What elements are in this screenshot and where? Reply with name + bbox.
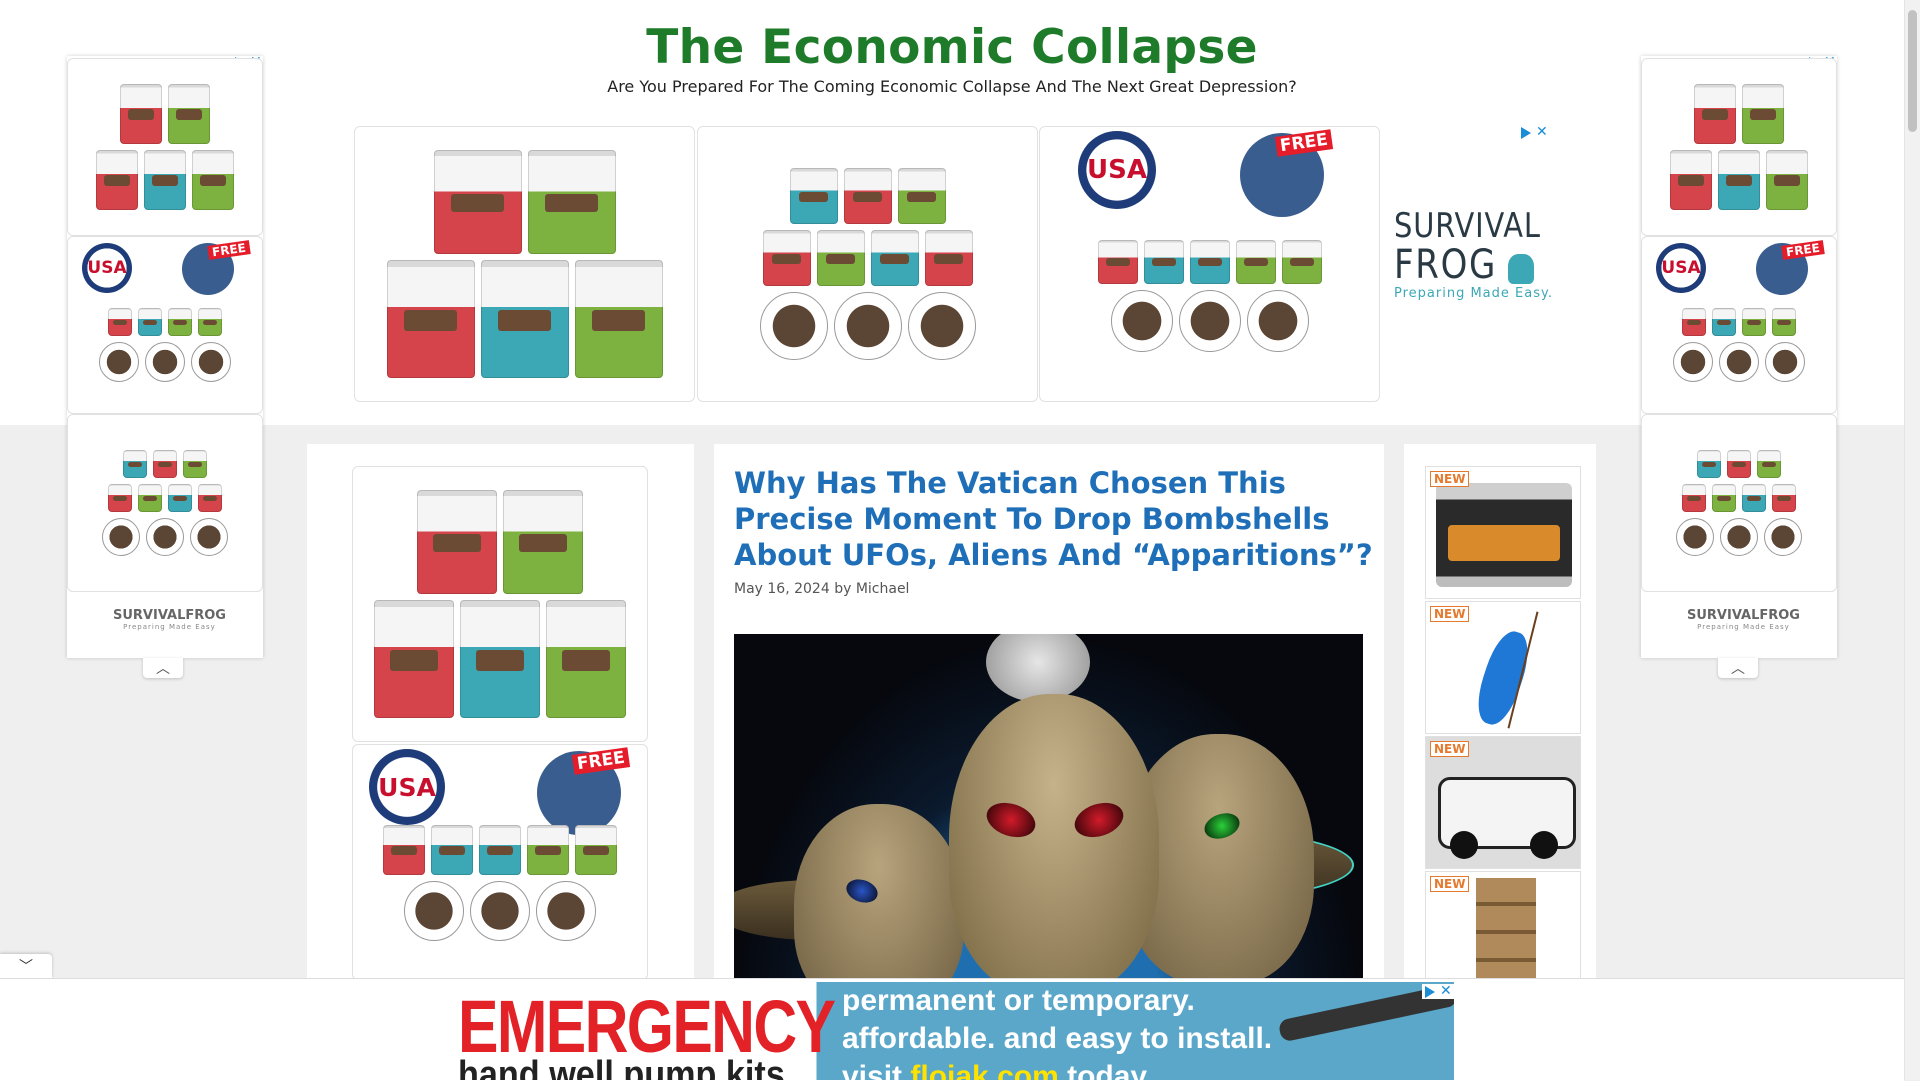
rail-logo: SURVIVALFROG Preparing Made Easy <box>1687 608 1800 631</box>
header-ad-product-3[interactable]: USA FREE <box>1039 126 1380 402</box>
close-icon[interactable]: ✕ <box>1536 125 1548 139</box>
site-title[interactable]: The Economic Collapse <box>0 20 1904 75</box>
sidebar-ad-product-2[interactable]: USA FREE <box>352 744 648 980</box>
product-violin[interactable]: NEW <box>1425 601 1581 734</box>
banner-site-link[interactable]: flojak.com <box>910 1060 1058 1080</box>
article-featured-image[interactable] <box>734 634 1363 978</box>
left-rail-ad[interactable]: ✕ USA FREE SURVIVALFROG Preparing Made E… <box>67 55 263 658</box>
frog-icon <box>1508 254 1534 284</box>
new-badge: NEW <box>1430 876 1470 892</box>
article-meta: May 16, 2024 by Michael <box>734 581 909 597</box>
header-ad-product-2[interactable] <box>697 126 1038 402</box>
rail-logo-slogan: Preparing Made Easy <box>1697 623 1790 631</box>
new-badge: NEW <box>1430 471 1470 487</box>
rail-product-usa[interactable]: USA FREE <box>1641 236 1837 414</box>
product-corner-shelf[interactable]: NEW <box>1425 871 1581 980</box>
violin-image <box>1470 626 1536 730</box>
banner-line-3-prefix: visit <box>842 1060 903 1080</box>
product-air-fryer-oven[interactable]: NEW <box>1425 466 1581 599</box>
survival-frog-line1: SURVIVAL <box>1394 206 1541 246</box>
survival-frog-logo[interactable]: SURVIVAL FROG Preparing Made Easy. <box>1394 208 1567 301</box>
banner-line-1: permanent or temporary. <box>842 984 1195 1017</box>
oven-food <box>1448 525 1560 561</box>
rail-product-pyramid[interactable] <box>1641 414 1837 592</box>
rail-product-cans[interactable] <box>1641 58 1837 236</box>
rail-product-usa[interactable]: USA FREE <box>67 236 263 414</box>
rail-product-cans[interactable] <box>67 58 263 236</box>
chevron-down-icon: ﹀ <box>19 959 33 975</box>
alien-left <box>794 804 964 978</box>
banner-line-3: visit flojak.com today <box>842 1060 1147 1080</box>
car-wheel <box>1450 831 1478 859</box>
bottom-ad-choices[interactable]: ✕ <box>1422 984 1455 999</box>
survival-frog-slogan: Preparing Made Easy. <box>1394 286 1553 301</box>
right-rail-ad[interactable]: ✕ USA FREE SURVIVALFROG Preparing Made E… <box>1641 55 1837 658</box>
rail-logo-name: SURVIVALFROG <box>1687 608 1800 623</box>
rail-logo-name: SURVIVALFROG <box>113 608 226 623</box>
adchoices-icon[interactable] <box>1521 127 1531 139</box>
chevron-up-icon: ︿ <box>156 661 170 677</box>
car-wheel <box>1530 831 1558 859</box>
scrollbar-thumb[interactable] <box>1908 10 1917 132</box>
banner-line-2: affordable. and easy to install. <box>842 1022 1273 1055</box>
adchoices-icon[interactable] <box>1425 986 1435 998</box>
article-title[interactable]: Why Has The Vatican Chosen This Precise … <box>734 465 1374 573</box>
header-ad-product-1[interactable] <box>354 126 695 402</box>
bottom-ad-collapse-button[interactable]: ﹀ <box>0 954 52 978</box>
banner-subline: hand well pump kits <box>458 1054 785 1080</box>
rail-logo: SURVIVALFROG Preparing Made Easy <box>113 608 226 631</box>
left-rail-collapse-button[interactable]: ︿ <box>143 658 183 678</box>
page-scrollbar[interactable] <box>1904 0 1920 1080</box>
new-badge: NEW <box>1430 606 1470 622</box>
banner-line-3-suffix: today <box>1067 1060 1148 1080</box>
usa-badge: USA <box>369 749 445 825</box>
rail-logo-slogan: Preparing Made Easy <box>123 623 216 631</box>
header-ad-choices[interactable]: ✕ <box>1521 125 1548 139</box>
alien-center <box>949 694 1159 978</box>
new-badge: NEW <box>1430 741 1470 757</box>
article-date[interactable]: May 16, 2024 <box>734 581 830 597</box>
close-icon[interactable]: ✕ <box>1440 984 1452 998</box>
product-kids-ride-on-car[interactable]: NEW <box>1425 736 1581 869</box>
rail-product-pyramid[interactable] <box>67 414 263 592</box>
article-by: by <box>834 581 852 597</box>
moon <box>986 634 1090 702</box>
bottom-banner-ad[interactable]: EMERGENCY hand well pump kits permanent … <box>458 982 1454 1080</box>
article-author[interactable]: Michael <box>856 581 910 597</box>
shelf-image <box>1476 878 1536 979</box>
site-tagline: Are You Prepared For The Coming Economic… <box>607 77 1297 96</box>
chevron-up-icon: ︿ <box>1731 661 1745 677</box>
right-rail-collapse-button[interactable]: ︿ <box>1718 658 1758 678</box>
sidebar-ad-product-1[interactable] <box>352 466 648 742</box>
